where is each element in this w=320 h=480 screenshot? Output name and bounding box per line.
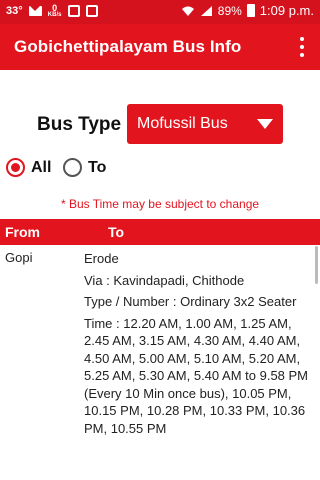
- app-bar: Gobichettipalayam Bus Info: [0, 24, 320, 70]
- notification-app-icon: [67, 5, 80, 17]
- battery-percent: 89%: [217, 3, 242, 18]
- temperature: 33°: [6, 5, 23, 17]
- scrollbar[interactable]: [315, 246, 318, 284]
- status-left: 33° 0 KB/s: [6, 4, 98, 18]
- row-type: Type / Number : Ordinary 3x2 Seater: [84, 294, 297, 309]
- bus-type-dropdown[interactable]: Mofussil Bus: [127, 104, 283, 144]
- radio-to[interactable]: To: [63, 158, 106, 177]
- radio-all[interactable]: All: [6, 158, 51, 177]
- bus-type-label: Bus Type: [37, 114, 122, 135]
- row-from: Gopi: [5, 250, 33, 265]
- data-speed-unit: KB/s: [47, 12, 62, 18]
- table-header: From To: [0, 219, 320, 245]
- radio-all-label: All: [31, 158, 52, 176]
- app-title: Gobichettipalayam Bus Info: [14, 37, 242, 56]
- overflow-menu-icon[interactable]: [298, 37, 306, 57]
- column-header-to: To: [108, 224, 125, 240]
- row-destination: Erode: [84, 251, 119, 266]
- mail-icon: [28, 6, 42, 16]
- wifi-icon: [181, 6, 194, 16]
- signal-icon: [200, 5, 212, 16]
- table-row[interactable]: Gopi Erode Via : Kavindapadi, Chithode T…: [0, 246, 316, 480]
- bus-type-selected: Mofussil Bus: [137, 115, 228, 132]
- dropdown-caret-icon: [257, 119, 273, 129]
- data-speed-value: 0: [52, 3, 58, 13]
- row-time: Time : 12.20 AM, 1.00 AM, 1.25 AM, 2.45 …: [84, 315, 309, 436]
- row-via: Via : Kavindapadi, Chithode: [84, 272, 245, 288]
- data-speed: 0 KB/s: [47, 3, 62, 19]
- clock: 1:09 p.m.: [259, 3, 314, 18]
- row-to-details: Erode Via : Kavindapadi, Chithode Type /…: [84, 250, 316, 441]
- battery-icon: [246, 4, 255, 17]
- radio-to-button[interactable]: [63, 158, 82, 177]
- status-right: 89% 1:09 p.m.: [181, 3, 314, 18]
- status-bar: 33° 0 KB/s 89% 1:09 p.m.: [0, 0, 320, 24]
- radio-to-label: To: [88, 158, 107, 176]
- column-header-from: From: [5, 224, 40, 240]
- time-notice: * Bus Time may be subject to change: [60, 197, 260, 211]
- gallery-icon: [85, 5, 98, 17]
- radio-all-button[interactable]: [6, 158, 25, 177]
